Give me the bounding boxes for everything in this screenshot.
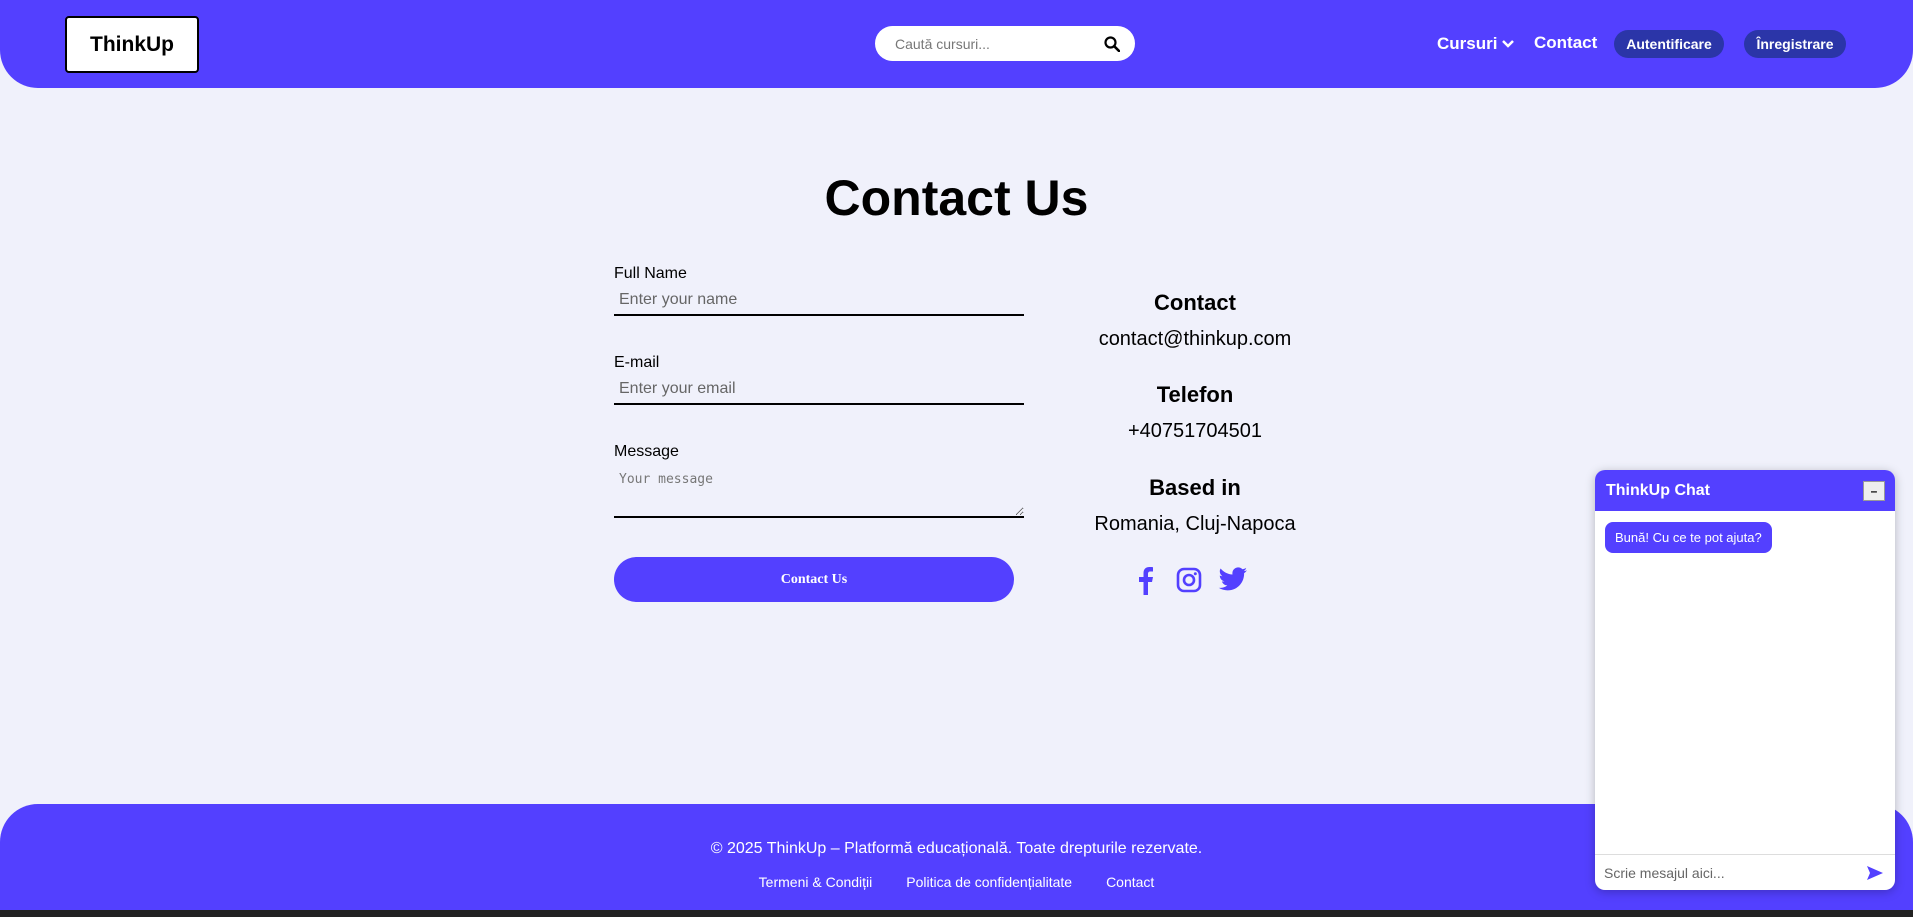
login-button[interactable]: Autentificare <box>1614 30 1724 58</box>
logo[interactable]: ThinkUp <box>65 16 199 73</box>
minimize-button[interactable]: – <box>1863 480 1885 501</box>
message-field[interactable] <box>614 466 1024 518</box>
chat-title: ThinkUp Chat <box>1606 481 1710 499</box>
message-label: Message <box>614 443 679 460</box>
bottom-bar <box>0 910 1913 917</box>
chat-input[interactable] <box>1604 864 1864 881</box>
email-field[interactable] <box>614 375 1024 405</box>
site-header: ThinkUp Cursuri Contact Autentificare În… <box>0 0 1913 88</box>
chat-message-bot: Bună! Cu ce te pot ajuta? <box>1605 522 1772 553</box>
nav-courses-label: Cursuri <box>1437 34 1498 53</box>
chat-header: ThinkUp Chat – <box>1595 470 1895 511</box>
nav-contact[interactable]: Contact <box>1534 33 1597 55</box>
contact-email: contact@thinkup.com <box>1098 328 1292 350</box>
chat-messages: Bună! Cu ce te pot ajuta? <box>1595 511 1895 846</box>
chevron-down-icon <box>1501 34 1515 54</box>
search-bar <box>875 26 1135 61</box>
name-label: Full Name <box>614 265 687 282</box>
nav-courses[interactable]: Cursuri <box>1437 33 1515 55</box>
instagram-icon[interactable] <box>1174 565 1204 595</box>
location-info: Based in Romania, Cluj-Napoca <box>1045 475 1345 536</box>
send-icon[interactable] <box>1864 862 1886 884</box>
contact-info: Contact contact@thinkup.com <box>1045 290 1345 351</box>
chat-input-row <box>1595 854 1895 890</box>
name-field[interactable] <box>614 286 1024 316</box>
footer-link-terms[interactable]: Termeni & Condiții <box>759 874 873 890</box>
footer-link-privacy[interactable]: Politica de confidențialitate <box>906 874 1072 890</box>
contact-heading: Contact <box>1154 290 1236 315</box>
search-input[interactable] <box>895 35 1103 52</box>
contact-submit-button[interactable]: Contact Us <box>614 557 1014 602</box>
phone-info: Telefon +40751704501 <box>1045 382 1345 443</box>
location-heading: Based in <box>1149 475 1241 500</box>
social-links <box>1130 564 1250 596</box>
email-label: E-mail <box>614 354 660 371</box>
facebook-icon[interactable] <box>1130 565 1160 595</box>
location-value: Romania, Cluj-Napoca <box>1094 513 1296 535</box>
page-title: Contact Us <box>824 170 1089 226</box>
twitter-icon[interactable] <box>1218 565 1248 595</box>
phone-value: +40751704501 <box>1127 420 1263 442</box>
register-button[interactable]: Înregistrare <box>1744 30 1846 58</box>
footer-link-contact[interactable]: Contact <box>1106 874 1154 890</box>
chat-widget: ThinkUp Chat – Bună! Cu ce te pot ajuta? <box>1595 470 1895 890</box>
search-icon[interactable] <box>1103 35 1121 53</box>
phone-heading: Telefon <box>1156 382 1234 407</box>
